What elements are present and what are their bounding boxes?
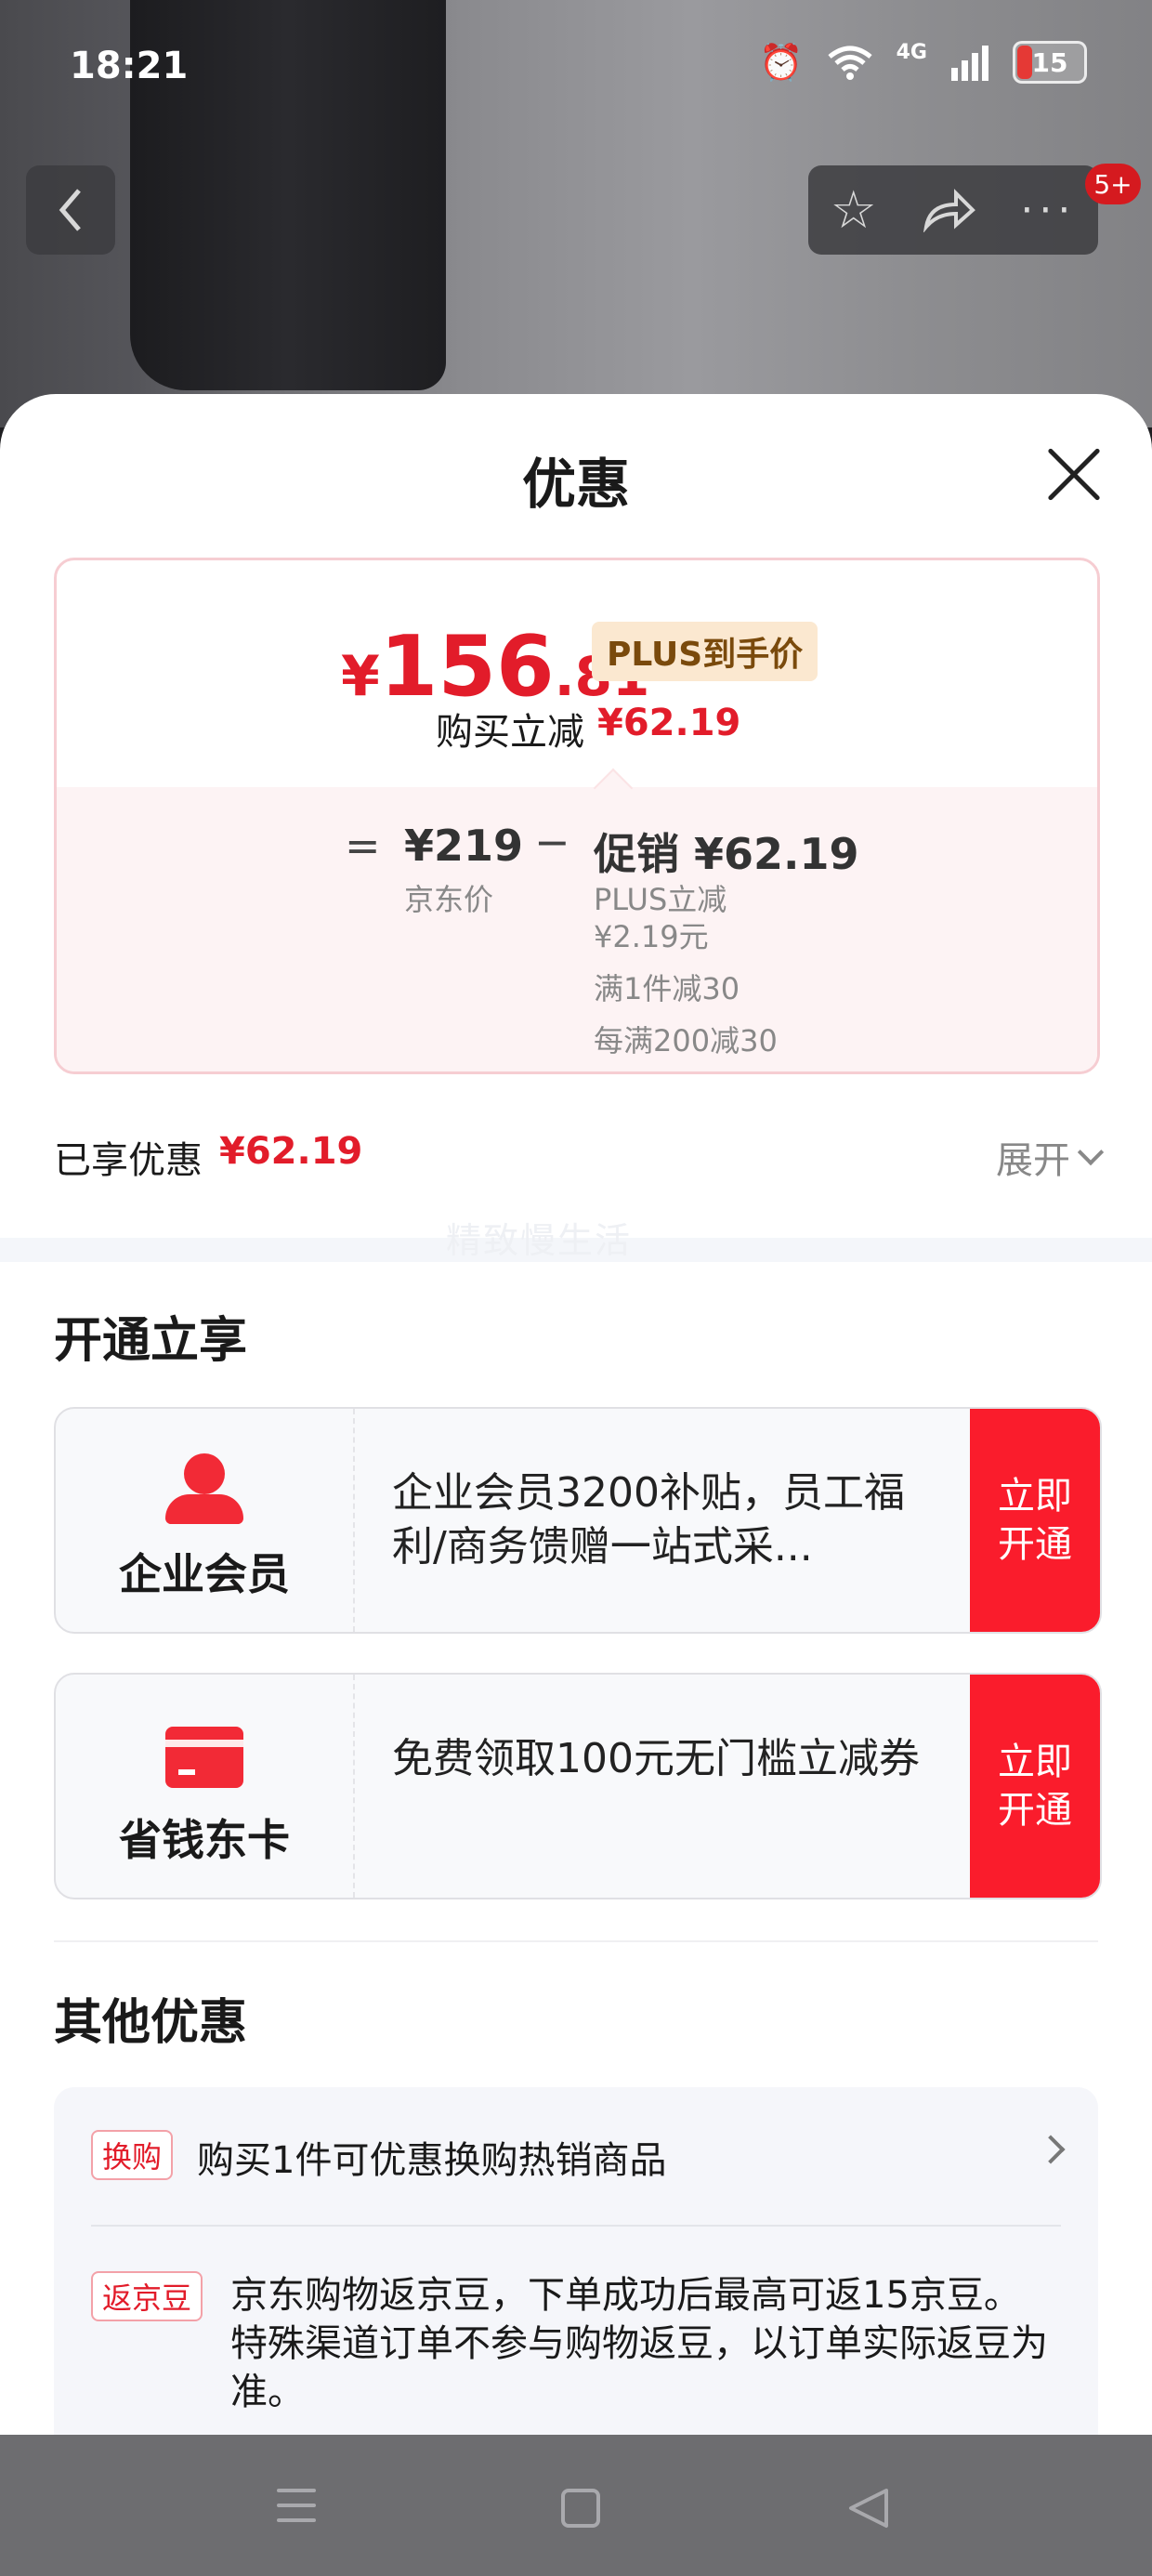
more-icon[interactable]: ··· [1020, 187, 1076, 234]
signal-icon [951, 46, 988, 81]
enterprise-member-card[interactable]: 企业会员 企业会员3200补贴，员工福利/商务馈赠一站式采... 立即 开通 [54, 1407, 1102, 1634]
promo-line: 每满200减30 [594, 1023, 778, 1058]
star-icon[interactable]: ☆ [831, 180, 877, 241]
equals-sign: = [345, 821, 381, 871]
discount-sheet: 优惠 ¥ 156 .81 PLUS到手价 购买立减 ¥62.19 = ¥219 … [0, 394, 1152, 2435]
credit-card-icon [165, 1727, 243, 1788]
price-breakdown-bg [57, 787, 1097, 1071]
open-now-button[interactable]: 立即 开通 [970, 1675, 1100, 1898]
close-icon[interactable] [1044, 444, 1104, 504]
promo-amount: ¥62.19 [694, 829, 859, 879]
list-item-text: 购买1件可优惠换购热销商品 [197, 2139, 667, 2182]
back-button[interactable] [26, 165, 115, 255]
battery-level: 15 [1031, 46, 1068, 78]
exchange-tag: 换购 [91, 2130, 174, 2180]
sheet-title: 优惠 [521, 453, 630, 516]
card-description: 企业会员3200补贴，员工福利/商务馈赠一站式采... [392, 1469, 905, 1571]
promo-line: 满1件减30 [594, 971, 740, 1006]
status-bar: 18:21 ⏰ 4G 15 [0, 0, 1152, 130]
card-description: 免费领取100元无门槛立减券 [392, 1735, 920, 1782]
other-discounts-list: 换购 购买1件可优惠换购热销商品 返京豆 京东购物返京豆，下单成功后最高可返15… [54, 2087, 1098, 2435]
cta-line: 开通 [998, 1523, 1072, 1566]
network-label: 4G [896, 41, 927, 64]
savings-card-card[interactable]: 省钱东卡 免费领取100元无门槛立减券 立即 开通 [54, 1673, 1102, 1899]
card-left: 企业会员 [56, 1409, 355, 1632]
plus-price-tag: PLUS到手价 [592, 622, 818, 681]
reduction-amount: ¥62.19 [597, 702, 741, 744]
open-now-button[interactable]: 立即 开通 [970, 1409, 1100, 1632]
reduction-label: 购买立减 [436, 711, 584, 754]
promo-label: 促销 [594, 829, 679, 879]
chevron-down-icon [1077, 1138, 1105, 1166]
share-icon[interactable] [921, 188, 976, 232]
chevron-right-icon [1036, 2135, 1066, 2164]
cta-line: 立即 [998, 1741, 1072, 1783]
list-divider [91, 2225, 1061, 2227]
promo-total: 促销 ¥62.19 [594, 821, 859, 882]
enjoyed-amount: ¥62.19 [219, 1130, 363, 1173]
top-actions: ☆ ··· [808, 165, 1098, 255]
open-section-title: 开通立享 [54, 1313, 248, 1369]
home-icon[interactable] [561, 2489, 600, 2528]
other-section-title: 其他优惠 [54, 1995, 248, 2051]
chevron-left-icon [59, 189, 81, 231]
card-left: 省钱东卡 [56, 1675, 355, 1898]
expand-label: 展开 [996, 1139, 1070, 1182]
purchase-reduction: 购买立减 ¥62.19 [436, 702, 740, 756]
notification-badge: 5+ [1085, 164, 1141, 204]
price-summary-box: ¥ 156 .81 PLUS到手价 购买立减 ¥62.19 = ¥219 京东价… [54, 558, 1100, 1074]
cta-line: 开通 [998, 1789, 1072, 1832]
minus-sign: − [534, 817, 570, 867]
final-price-currency: ¥ [341, 644, 380, 709]
section-divider [54, 1940, 1098, 1942]
watermark-text: 精致慢生活 [446, 1220, 633, 1261]
jd-price: ¥219 [404, 821, 524, 871]
battery-icon: 15 [1013, 41, 1087, 84]
cta-line: 立即 [998, 1475, 1072, 1518]
person-icon [165, 1453, 243, 1524]
enjoyed-label: 已享优惠 [54, 1139, 203, 1182]
promo-line: ¥2.19元 [594, 919, 709, 954]
menu-icon[interactable] [277, 2489, 316, 2522]
card-name: 企业会员 [119, 1549, 290, 1599]
status-time: 18:21 [70, 45, 189, 87]
enjoyed-discount: 已享优惠 ¥62.19 [54, 1130, 362, 1184]
list-item-text: 京东购物返京豆，下单成功后最高可返15京豆。特殊渠道订单不参与购物返豆，以订单实… [230, 2274, 1048, 2413]
beans-tag: 返京豆 [91, 2271, 203, 2321]
status-icons: ⏰ 4G 15 [759, 41, 1087, 84]
system-nav-bar [0, 2435, 1152, 2576]
expand-button[interactable]: 展开 [996, 1130, 1105, 1184]
alarm-icon: ⏰ [759, 41, 804, 83]
jd-price-label: 京东价 [404, 882, 494, 917]
back-triangle-icon[interactable] [845, 2487, 892, 2530]
card-name: 省钱东卡 [119, 1815, 290, 1865]
wifi-icon [828, 46, 872, 80]
